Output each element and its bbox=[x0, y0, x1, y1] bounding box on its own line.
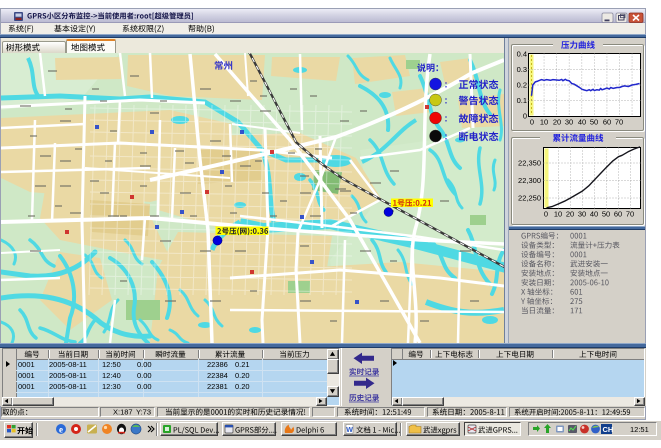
svg-text:W: W bbox=[346, 427, 353, 434]
svg-text:50: 50 bbox=[590, 118, 598, 127]
svg-text:40: 40 bbox=[578, 118, 586, 127]
svg-text:70: 70 bbox=[626, 210, 634, 219]
svg-text:0: 0 bbox=[530, 118, 534, 127]
svg-text:10: 10 bbox=[540, 118, 548, 127]
svg-text:12:51: 12:51 bbox=[630, 425, 649, 434]
svg-text:X:187: X:187 bbox=[113, 408, 133, 417]
svg-text:Y:73: Y:73 bbox=[136, 408, 151, 417]
svg-text:60: 60 bbox=[614, 210, 622, 219]
svg-text:50: 50 bbox=[602, 210, 610, 219]
svg-text:40: 40 bbox=[590, 210, 598, 219]
svg-text:0.3: 0.3 bbox=[517, 65, 527, 74]
svg-text:30: 30 bbox=[578, 210, 586, 219]
svg-text:e: e bbox=[59, 425, 63, 435]
svg-text:CH: CH bbox=[603, 425, 614, 434]
svg-text:0.1: 0.1 bbox=[517, 96, 527, 105]
svg-text:0: 0 bbox=[523, 112, 527, 121]
svg-text:70: 70 bbox=[615, 118, 623, 127]
svg-text:22,350: 22,350 bbox=[518, 159, 541, 168]
svg-text:0.2: 0.2 bbox=[517, 81, 527, 90]
svg-text:0: 0 bbox=[544, 210, 548, 219]
svg-text:22,250: 22,250 bbox=[518, 194, 541, 203]
svg-text:20: 20 bbox=[566, 210, 574, 219]
svg-text:10: 10 bbox=[554, 210, 562, 219]
svg-text:30: 30 bbox=[565, 118, 573, 127]
svg-text:60: 60 bbox=[603, 118, 611, 127]
svg-text:22,300: 22,300 bbox=[518, 176, 541, 185]
svg-text:0.4: 0.4 bbox=[517, 50, 527, 59]
svg-text:20: 20 bbox=[553, 118, 561, 127]
